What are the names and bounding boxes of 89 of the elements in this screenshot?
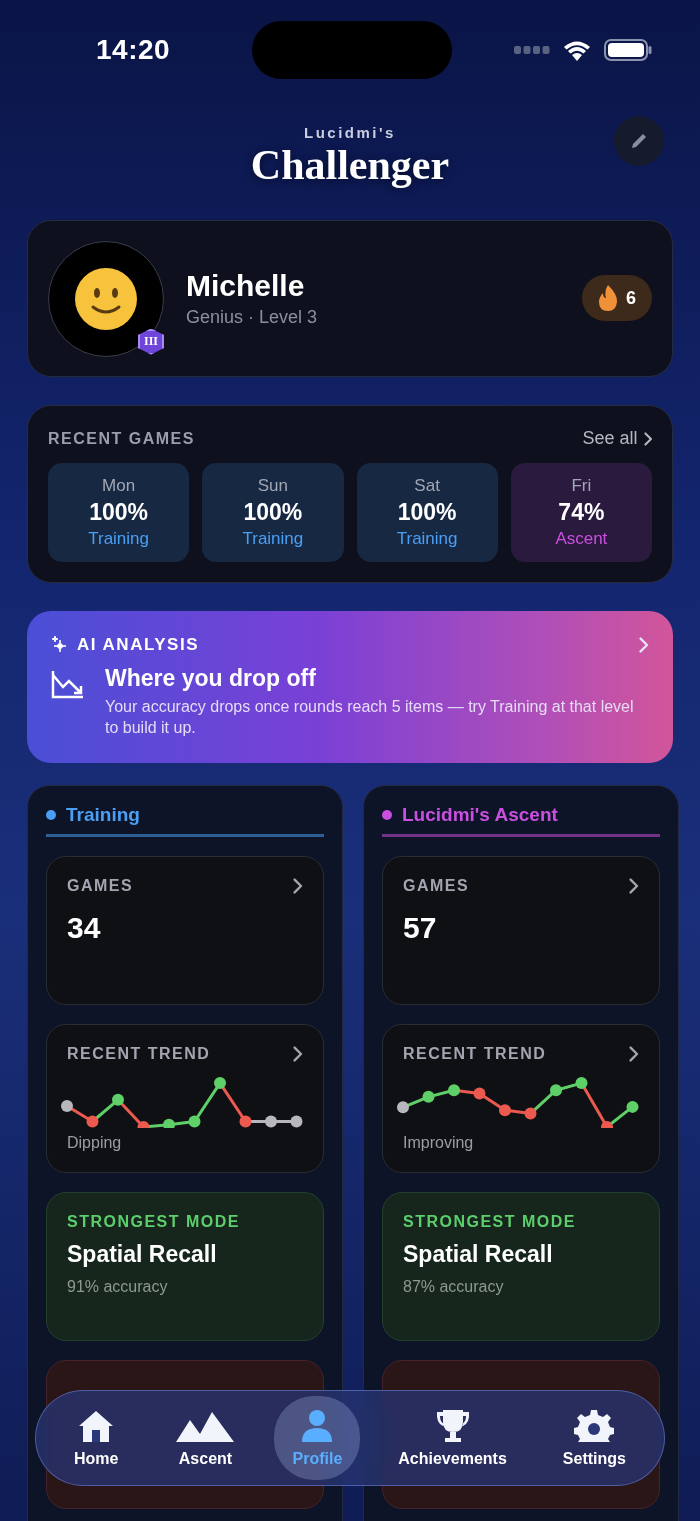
game-score: 100% bbox=[243, 499, 303, 526]
ai-insight-text: Your accuracy drops once rounds reach 5 items — try Training at that level to build it up. bbox=[105, 697, 635, 738]
trend-point bbox=[61, 1100, 73, 1113]
mode-title: Training bbox=[66, 804, 140, 826]
trend-down-icon bbox=[51, 669, 85, 699]
chevron-right-icon bbox=[293, 878, 303, 894]
trend-point bbox=[112, 1093, 124, 1106]
strongest-label: STRONGEST MODE bbox=[403, 1213, 577, 1231]
game-mode: Ascent bbox=[555, 529, 608, 549]
section-title: RECENT GAMES bbox=[48, 429, 195, 448]
trend-card[interactable]: RECENT TREND Dipping bbox=[46, 1024, 324, 1173]
trend-point bbox=[397, 1101, 409, 1114]
game-day: Sat bbox=[414, 476, 440, 496]
tab-item[interactable]: Settings bbox=[544, 1396, 644, 1480]
game-mode: Training bbox=[242, 529, 304, 549]
battery-icon bbox=[604, 39, 652, 61]
streak-count: 6 bbox=[626, 287, 636, 309]
ai-analysis-card[interactable]: AI ANALYSIS Where you drop off Your accuracy drops once rounds reach 5 items — try Training at that level to build it up. bbox=[27, 611, 673, 763]
mode-title: Lucidmi's Ascent bbox=[402, 804, 558, 826]
gear-icon bbox=[574, 1408, 615, 1444]
game-day: Sun bbox=[257, 476, 288, 496]
game-tile[interactable]: Sun 100% Training bbox=[202, 463, 344, 562]
trend-point bbox=[448, 1084, 460, 1097]
trend-caption: Dipping bbox=[67, 1134, 123, 1152]
game-tile[interactable]: Fri 74% Ascent bbox=[510, 463, 652, 562]
trend-point bbox=[575, 1077, 588, 1090]
smiley-icon bbox=[74, 266, 138, 331]
trend-point bbox=[601, 1120, 613, 1128]
games-label: GAMES bbox=[403, 877, 470, 895]
game-mode: Training bbox=[88, 529, 149, 549]
tab-item[interactable]: Achievements bbox=[380, 1396, 525, 1480]
game-day: Fri bbox=[571, 476, 592, 496]
user-name: Michelle bbox=[186, 269, 306, 303]
edit-button[interactable] bbox=[614, 116, 664, 166]
sparkles-icon bbox=[51, 636, 67, 654]
trend-point bbox=[239, 1115, 252, 1128]
chevron-right-icon bbox=[293, 1046, 303, 1062]
game-score: 100% bbox=[89, 499, 149, 526]
trend-point bbox=[550, 1084, 562, 1097]
strongest-mode-name: Spatial Recall bbox=[403, 1241, 554, 1268]
games-card[interactable]: GAMES 57 bbox=[382, 856, 660, 1005]
games-label: GAMES bbox=[67, 877, 134, 895]
trend-point bbox=[86, 1115, 99, 1128]
status-time: 14:20 bbox=[96, 34, 171, 66]
signal-icon bbox=[514, 46, 550, 54]
strongest-accuracy: 91% accuracy bbox=[67, 1278, 169, 1296]
user-level: Genius · Level 3 bbox=[186, 307, 319, 328]
trend-point bbox=[626, 1100, 639, 1113]
ai-analysis-label: AI ANALYSIS bbox=[77, 635, 199, 655]
chevron-right-icon bbox=[629, 878, 639, 894]
games-count: 57 bbox=[403, 911, 438, 945]
trend-point bbox=[265, 1115, 277, 1128]
game-mode: Training bbox=[396, 529, 458, 549]
trend-point bbox=[214, 1077, 226, 1090]
game-score: 74% bbox=[558, 499, 605, 526]
trend-point bbox=[524, 1107, 537, 1120]
chevron-right-icon bbox=[629, 1046, 639, 1062]
trend-point bbox=[473, 1087, 486, 1100]
rank-badge: III bbox=[138, 328, 164, 355]
game-score: 100% bbox=[397, 499, 457, 526]
trend-point bbox=[137, 1120, 150, 1128]
trend-point bbox=[290, 1115, 303, 1128]
game-tile[interactable]: Sat 100% Training bbox=[356, 463, 498, 562]
trend-point bbox=[188, 1115, 201, 1128]
games-count: 34 bbox=[67, 911, 102, 945]
app-title: Challenger bbox=[250, 141, 450, 189]
trend-label: RECENT TREND bbox=[67, 1045, 211, 1063]
tab-item[interactable]: Ascent bbox=[156, 1396, 255, 1480]
strongest-accuracy: 87% accuracy bbox=[403, 1278, 505, 1296]
trend-label: RECENT TREND bbox=[403, 1045, 547, 1063]
chevron-right-icon bbox=[639, 637, 649, 653]
strongest-label: STRONGEST MODE bbox=[67, 1213, 241, 1231]
pencil-icon bbox=[630, 132, 648, 150]
app-kicker: Lucidmi's bbox=[304, 124, 396, 141]
trend-point bbox=[422, 1090, 435, 1103]
games-card[interactable]: GAMES 34 bbox=[46, 856, 324, 1005]
see-all-link[interactable]: See all bbox=[582, 428, 652, 449]
chevron-right-icon bbox=[643, 431, 652, 446]
game-tile[interactable]: Mon 100% Training bbox=[48, 463, 190, 562]
trend-point bbox=[499, 1104, 511, 1117]
game-day: Mon bbox=[102, 476, 136, 496]
strongest-mode-name: Spatial Recall bbox=[67, 1241, 218, 1268]
ai-insight-title: Where you drop off bbox=[105, 665, 317, 692]
trend-caption: Improving bbox=[403, 1134, 475, 1152]
wifi-icon bbox=[562, 39, 592, 61]
flame-icon bbox=[598, 285, 618, 311]
trend-card[interactable]: RECENT TREND Improving bbox=[382, 1024, 660, 1173]
tab-item[interactable]: Home bbox=[56, 1396, 137, 1480]
trend-point bbox=[163, 1118, 175, 1128]
